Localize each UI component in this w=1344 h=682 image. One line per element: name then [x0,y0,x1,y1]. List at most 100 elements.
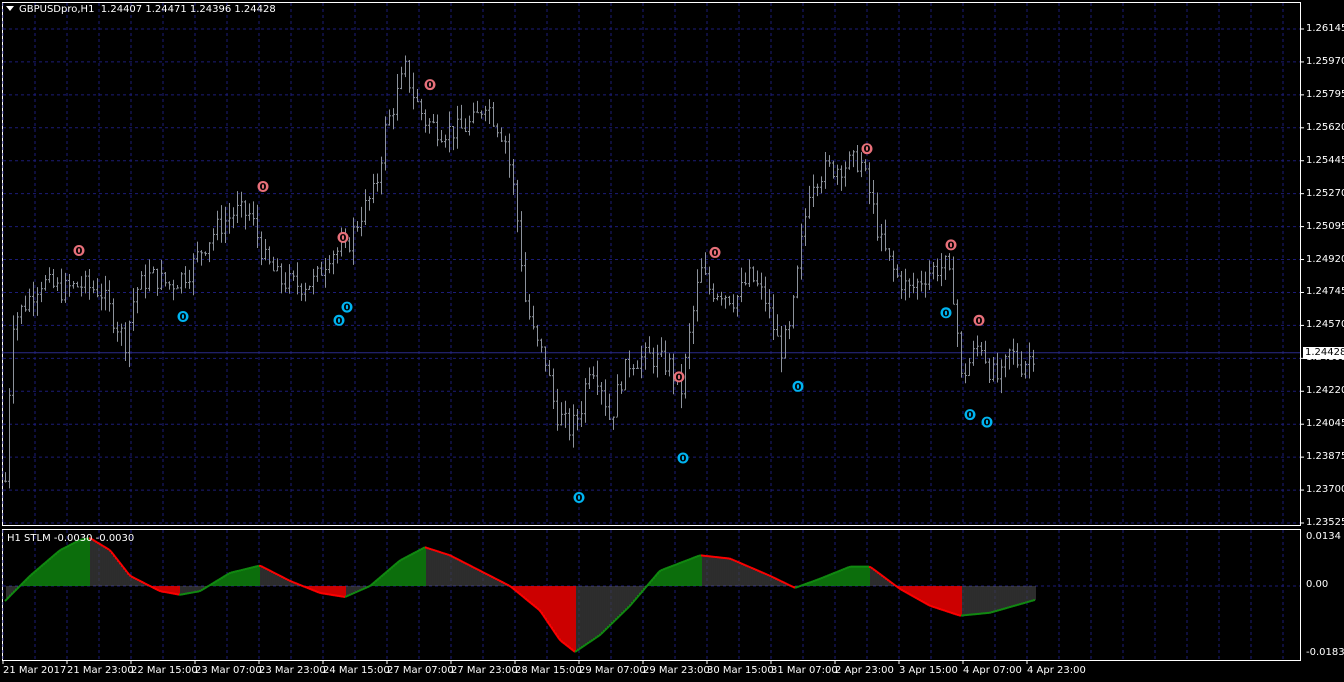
stlm-line-segment [350,592,354,596]
stlm-line-segment [954,613,958,616]
stlm-line-segment [520,594,524,598]
stlm-line-segment [914,596,918,600]
stlm-line-segment [606,625,610,629]
stlm-line-segment [590,638,594,642]
time-axis-label: 21 Mar 23:00 [67,665,134,676]
stlm-line-segment [302,585,306,588]
stlm-line-segment [948,611,952,614]
stlm-line-segment [840,568,844,572]
stlm-line-segment [746,564,750,568]
signal-high-marker: 0 [340,233,347,244]
time-axis-label: 2 Apr 23:00 [835,665,894,676]
stlm-line-segment [814,578,818,582]
stlm-line-segment [22,580,26,584]
time-axis-label: 23 Mar 07:00 [195,665,262,676]
stlm-line-segment [288,579,292,583]
stlm-line-segment [12,590,16,594]
stlm-line-segment [754,568,758,572]
stlm-line-segment [420,547,424,551]
stlm-line-segment [432,548,436,552]
price-axis-label: 1.23700 [1306,484,1344,496]
stlm-line-segment [10,592,14,596]
stlm-line-segment [564,643,568,647]
dropdown-triangle-icon[interactable] [6,6,14,11]
stlm-line-segment [270,570,274,574]
stlm-line-segment [402,556,406,560]
stlm-line-segment [870,566,874,570]
stlm-line-segment [478,569,482,573]
stlm-line-segment [352,591,356,595]
stlm-line-segment [660,568,664,572]
stlm-line-segment [366,585,370,589]
stlm-line-segment [750,566,754,570]
price-axis-label: 1.25795 [1306,88,1344,100]
stlm-line-segment [596,634,600,638]
stlm-line-segment [6,596,10,600]
stlm-line-segment [728,557,732,560]
stlm-line-segment [924,602,928,605]
stlm-line-segment [874,569,878,573]
indicator-axis-label: 0.0134 [1306,531,1341,542]
stlm-line-segment [878,572,882,576]
stlm-line-segment [60,547,64,551]
stlm-line-segment [806,581,810,585]
stlm-line-segment [1014,604,1018,607]
stlm-line-segment [736,560,740,564]
stlm-line-segment [362,587,366,591]
stlm-line-segment [36,567,40,571]
stlm-line-segment [764,572,768,576]
stlm-line-segment [286,578,290,582]
chart-title[interactable]: GBPUSDpro,H1 1.24407 1.24471 1.24396 1.2… [6,4,276,16]
stlm-line-segment [732,558,736,562]
stlm-line-segment [484,572,488,576]
stlm-line-segment [566,644,570,649]
stlm-line-segment [208,583,212,587]
stlm-line-segment [614,617,618,622]
stlm-line-segment [808,581,812,584]
time-axis-label: 3 Apr 15:00 [899,665,958,676]
stlm-line-segment [832,571,836,575]
price-axis-label: 1.25095 [1306,220,1344,232]
stlm-line-segment [416,549,420,553]
stlm-line-segment [472,566,476,569]
stlm-line-segment [434,549,438,553]
stlm-line-segment [262,566,266,569]
signal-low-marker: 0 [576,493,583,504]
chart-canvas[interactable]: 0000000000 00000000 [0,0,1344,682]
stlm-line-segment [316,590,320,594]
stlm-line-segment [304,586,308,589]
stlm-line-segment [902,589,906,593]
stlm-line-segment [956,613,960,617]
stlm-line-segment [458,559,462,562]
stlm-line-segment [448,554,452,557]
stlm-line-segment [816,578,820,581]
stlm-line-segment [224,573,228,577]
stlm-line-segment [762,571,766,575]
stlm-line-segment [470,565,474,568]
stlm-line-segment [400,557,404,561]
stlm-line-segment [830,572,834,576]
stlm-line-segment [46,558,50,563]
price-axis-label: 1.23875 [1306,451,1344,463]
stlm-line-segment [770,575,774,579]
stlm-line-segment [996,609,1000,612]
stlm-line-segment [532,604,536,608]
signal-low-marker: 0 [943,308,950,319]
stlm-line-segment [130,575,134,579]
price-axis-label: 1.24745 [1306,286,1344,298]
stlm-line-segment [616,615,620,620]
stlm-line-segment [690,557,694,560]
indicator-label: H1 STLM -0.0030 -0.0030 [7,533,135,544]
stlm-line-segment [260,565,264,568]
stlm-line-segment [440,551,444,554]
signal-low-marker: 0 [336,316,343,327]
price-axis-label: 1.26145 [1306,23,1344,34]
stlm-line-segment [466,563,470,566]
stlm-line-segment [686,558,690,562]
stlm-line-segment [838,569,842,572]
stlm-line-segment [844,566,848,570]
stlm-line-segment [908,593,912,597]
time-axis-label: 4 Apr 07:00 [963,665,1022,676]
stlm-line-segment [998,608,1002,612]
stlm-line-segment [942,609,946,612]
